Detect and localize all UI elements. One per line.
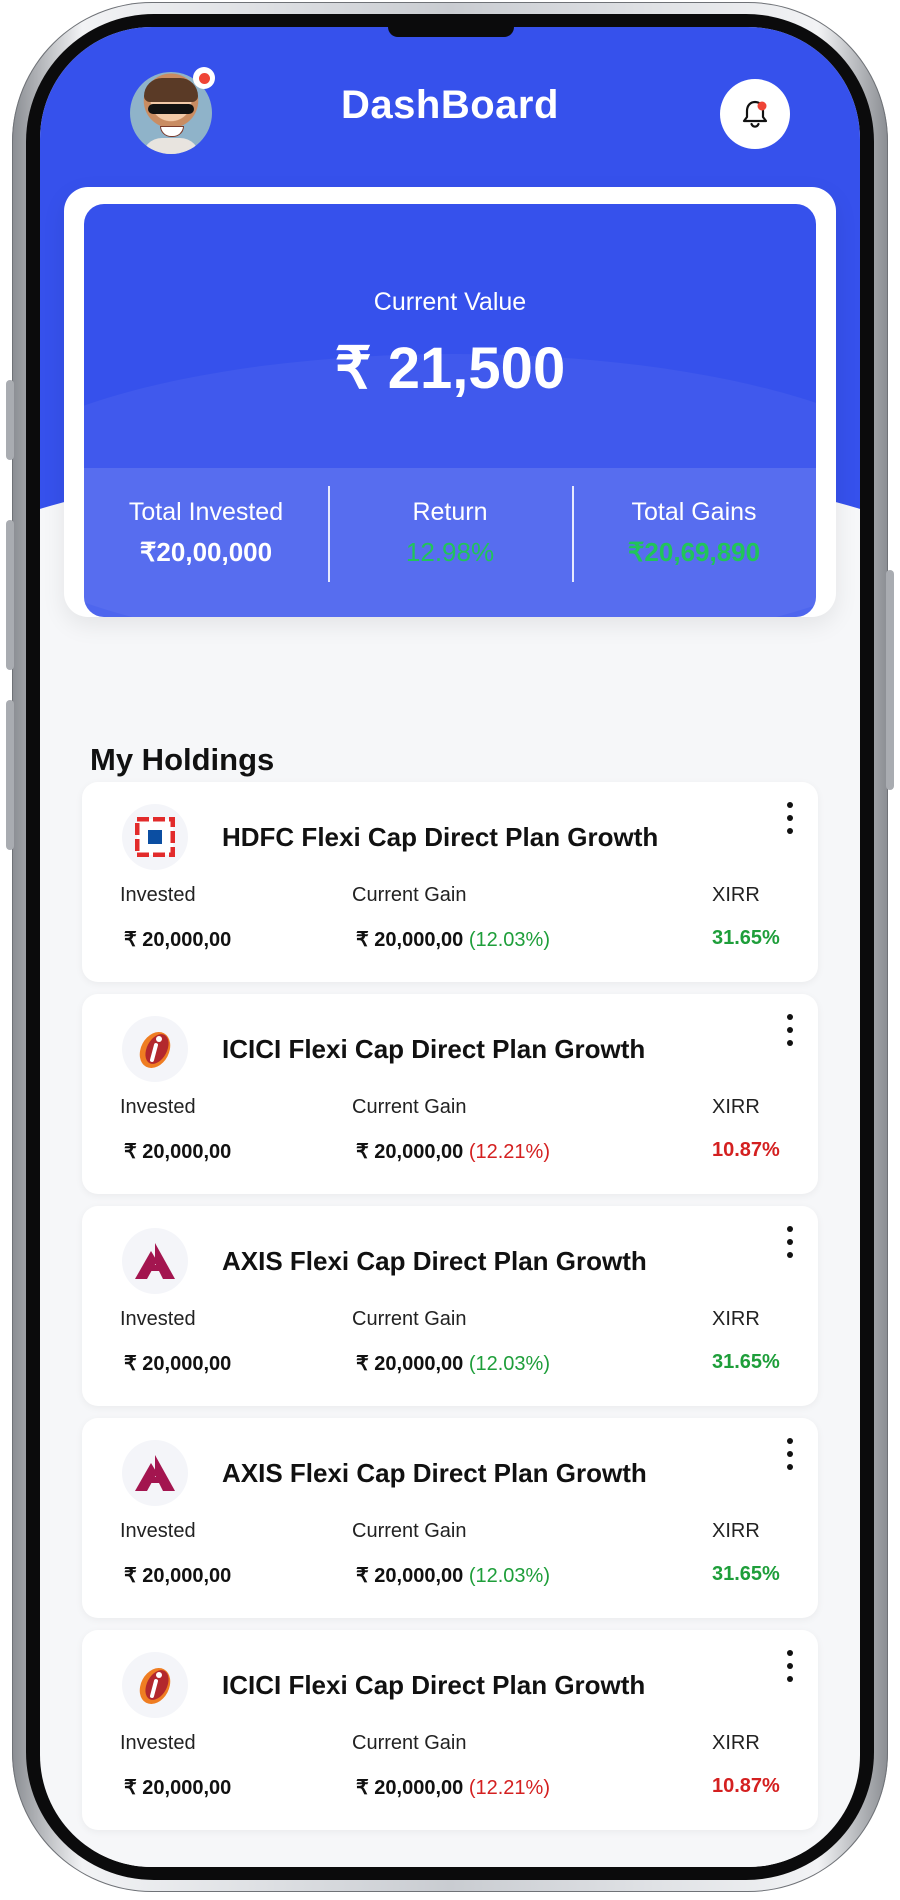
invested-label: Invested: [120, 1308, 196, 1330]
fund-logo: [122, 1228, 188, 1294]
invested-value: ₹ 20,000,00: [124, 1141, 232, 1163]
xirr-label: XIRR: [712, 1308, 760, 1330]
invested-label: Invested: [120, 1732, 196, 1754]
invested-value: ₹ 20,000,00: [124, 929, 232, 951]
current-gain-label: Current Gain: [352, 1520, 467, 1542]
gain-percent: (12.03%): [468, 1565, 550, 1587]
current-gain-value: ₹ 20,000,00 (12.03%): [356, 927, 550, 952]
notification-button[interactable]: [720, 79, 790, 149]
app-screen: DashBoard Current Value ₹ 21,500 Total I…: [40, 27, 860, 1867]
current-gain-label: Current Gain: [352, 1308, 467, 1330]
holding-name: AXIS Flexi Cap Direct Plan Growth: [222, 1246, 647, 1276]
gain-percent: (12.03%): [468, 1353, 550, 1375]
holding-name: AXIS Flexi Cap Direct Plan Growth: [222, 1458, 647, 1488]
gain-percent: (12.21%): [468, 1141, 550, 1163]
current-gain-amount: ₹ 20,000,00: [356, 1353, 464, 1375]
current-gain-label: Current Gain: [352, 1096, 467, 1118]
xirr-value: 10.87%: [712, 1139, 780, 1161]
fund-logo: [122, 1652, 188, 1718]
current-gain-value: ₹ 20,000,00 (12.03%): [356, 1351, 550, 1376]
current-gain-label: Current Gain: [352, 884, 467, 906]
xirr-label: XIRR: [712, 1732, 760, 1754]
holding-card[interactable]: ICICI Flexi Cap Direct Plan Growth Inves…: [82, 994, 818, 1194]
fund-logo: [122, 1016, 188, 1082]
fund-logo: [122, 804, 188, 870]
xirr-value: 31.65%: [712, 1351, 780, 1373]
section-title-holdings: My Holdings: [90, 742, 275, 777]
stat-label: Total Gains: [631, 498, 757, 526]
current-value-label: Current Value: [373, 288, 527, 316]
stat-label: Return: [412, 498, 488, 526]
current-gain-amount: ₹ 20,000,00: [356, 929, 464, 951]
phone-side-button: [6, 520, 14, 670]
stat-total-gains: Total Gains ₹20,69,890: [572, 468, 816, 617]
xirr-value: 31.65%: [712, 927, 780, 949]
stat-value: ₹20,00,000: [139, 537, 273, 567]
holding-name: ICICI Flexi Cap Direct Plan Growth: [222, 1034, 646, 1064]
stat-value: 12.98%: [405, 537, 495, 567]
stat-return: Return 12.98%: [328, 468, 572, 617]
xirr-label: XIRR: [712, 1520, 760, 1542]
holding-card[interactable]: ICICI Flexi Cap Direct Plan Growth Inves…: [82, 1630, 818, 1830]
gain-percent: (12.03%): [468, 929, 550, 951]
current-gain-value: ₹ 20,000,00 (12.21%): [356, 1139, 550, 1164]
invested-label: Invested: [120, 1520, 196, 1542]
holding-name: ICICI Flexi Cap Direct Plan Growth: [222, 1670, 646, 1700]
phone-side-button: [6, 700, 14, 850]
current-gain-label: Current Gain: [352, 1732, 467, 1754]
current-gain-amount: ₹ 20,000,00: [356, 1777, 464, 1799]
stats-band: Total Invested ₹20,00,000 Return 12.98% …: [84, 468, 816, 617]
screen-bottom-edge: [40, 1849, 860, 1867]
xirr-value: 10.87%: [712, 1775, 780, 1797]
icici-logo-icon: [139, 1667, 171, 1705]
holding-card[interactable]: HDFC Flexi Cap Direct Plan Growth Invest…: [82, 782, 818, 982]
phone-notch: [388, 27, 514, 37]
current-gain-value: ₹ 20,000,00 (12.03%): [356, 1563, 550, 1588]
more-options-icon[interactable]: [778, 1646, 802, 1686]
invested-value: ₹ 20,000,00: [124, 1353, 232, 1375]
current-gain-amount: ₹ 20,000,00: [356, 1141, 464, 1163]
more-options-icon[interactable]: [778, 1434, 802, 1474]
invested-value: ₹ 20,000,00: [124, 1777, 232, 1799]
more-options-icon[interactable]: [778, 798, 802, 838]
holding-name: HDFC Flexi Cap Direct Plan Growth: [222, 822, 659, 852]
stat-value: ₹20,69,890: [627, 537, 761, 567]
current-value-panel: Current Value ₹ 21,500 Total Invested ₹2…: [84, 204, 816, 617]
gain-percent: (12.21%): [468, 1777, 550, 1799]
invested-label: Invested: [120, 1096, 196, 1118]
hdfc-logo-icon: [135, 817, 175, 857]
phone-side-button: [6, 380, 14, 460]
current-gain-value: ₹ 20,000,00 (12.21%): [356, 1775, 550, 1800]
stat-total-invested: Total Invested ₹20,00,000: [84, 468, 328, 617]
axis-logo-icon: [135, 1455, 175, 1491]
fund-logo: [122, 1440, 188, 1506]
invested-label: Invested: [120, 884, 196, 906]
xirr-value: 31.65%: [712, 1563, 780, 1585]
icici-logo-icon: [139, 1031, 171, 1069]
xirr-label: XIRR: [712, 1096, 760, 1118]
axis-logo-icon: [135, 1243, 175, 1279]
current-gain-amount: ₹ 20,000,00: [356, 1565, 464, 1587]
holding-card[interactable]: AXIS Flexi Cap Direct Plan Growth Invest…: [82, 1418, 818, 1618]
invested-value: ₹ 20,000,00: [124, 1565, 232, 1587]
stat-label: Total Invested: [128, 498, 284, 526]
bell-icon: [742, 100, 768, 128]
more-options-icon[interactable]: [778, 1222, 802, 1262]
phone-side-button: [886, 570, 894, 790]
more-options-icon[interactable]: [778, 1010, 802, 1050]
current-value-amount: ₹ 21,500: [334, 336, 566, 401]
xirr-label: XIRR: [712, 884, 760, 906]
holding-card[interactable]: AXIS Flexi Cap Direct Plan Growth Invest…: [82, 1206, 818, 1406]
